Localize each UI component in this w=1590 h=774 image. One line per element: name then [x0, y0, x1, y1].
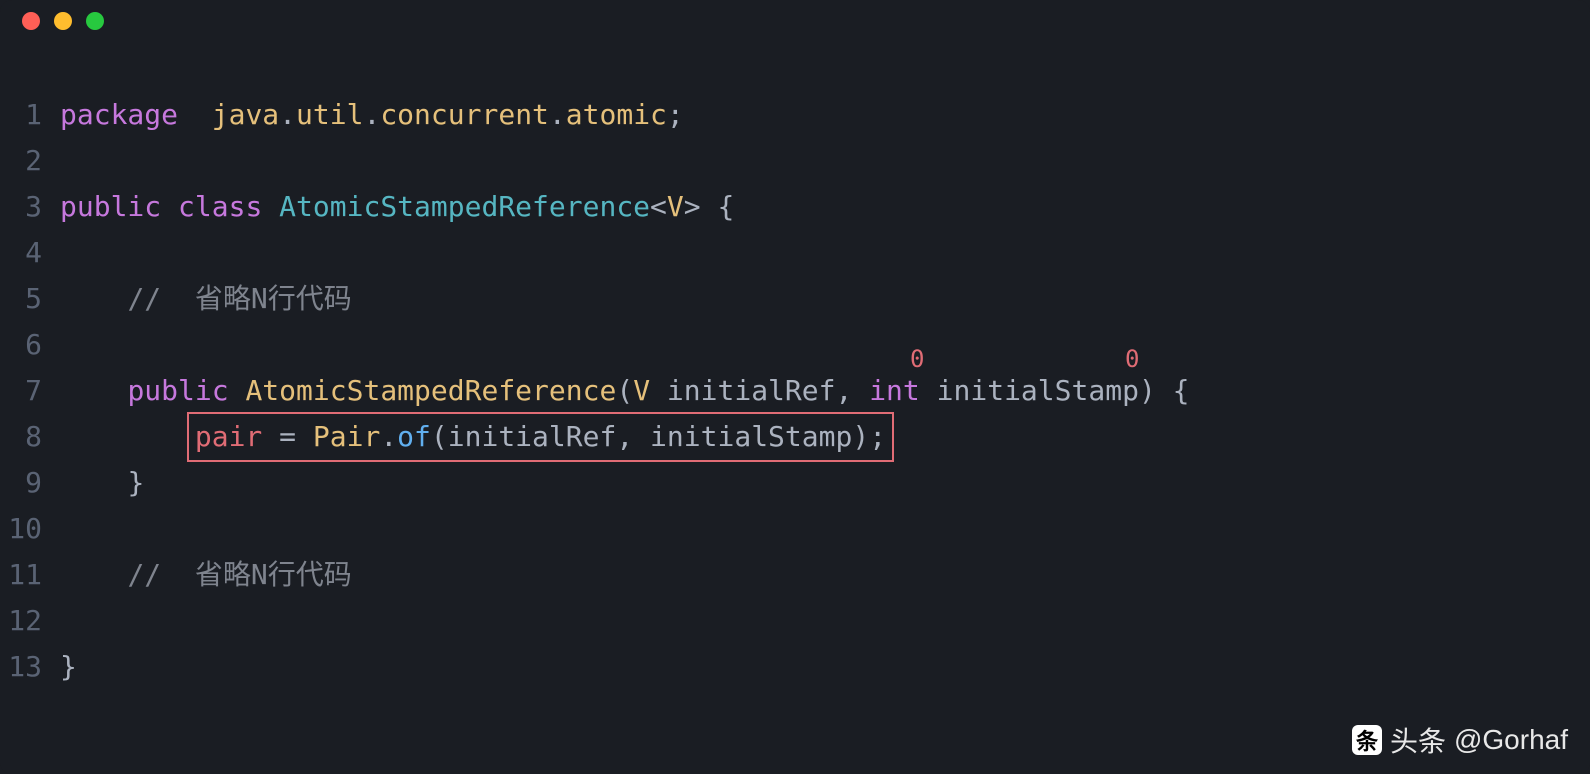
line-number: 5 [0, 276, 60, 322]
line-number: 6 [0, 322, 60, 368]
line-number: 1 [0, 92, 60, 138]
annotation-zero: 0 [1125, 336, 1139, 382]
code-line: 1package java.util.concurrent.atomic; [0, 92, 1590, 138]
code-line: 7 public AtomicStampedReference(V initia… [0, 368, 1590, 414]
code-content: } [60, 460, 144, 506]
code-line: 8 pair = Pair.of(initialRef, initialStam… [0, 414, 1590, 460]
code-content: public AtomicStampedReference(V initialR… [60, 368, 1190, 414]
code-line: 10 [0, 506, 1590, 552]
code-content: // 省略N行代码 [60, 552, 352, 598]
code-line: 13} [0, 644, 1590, 690]
code-editor[interactable]: 1package java.util.concurrent.atomic;23p… [0, 42, 1590, 690]
code-window: 1package java.util.concurrent.atomic;23p… [0, 0, 1590, 774]
line-number: 3 [0, 184, 60, 230]
annotation-zero: 0 [910, 336, 924, 382]
code-line: 4 [0, 230, 1590, 276]
code-line: 5 // 省略N行代码 [0, 276, 1590, 322]
code-line: 9 } [0, 460, 1590, 506]
code-line: 11 // 省略N行代码 [0, 552, 1590, 598]
line-number: 4 [0, 230, 60, 276]
watermark-prefix: 头条 [1390, 720, 1446, 760]
line-number: 9 [0, 460, 60, 506]
code-line: 12 [0, 598, 1590, 644]
code-line: 2 [0, 138, 1590, 184]
watermark: 条 头条 @Gorhaf [1352, 720, 1568, 760]
minimize-icon[interactable] [54, 12, 72, 30]
code-content: public class AtomicStampedReference<V> { [60, 184, 734, 230]
code-content: // 省略N行代码 [60, 276, 352, 322]
line-number: 8 [0, 414, 60, 460]
code-content: pair = Pair.of(initialRef, initialStamp)… [60, 414, 886, 460]
line-number: 2 [0, 138, 60, 184]
close-icon[interactable] [22, 12, 40, 30]
line-number: 12 [0, 598, 60, 644]
line-number: 7 [0, 368, 60, 414]
titlebar [0, 0, 1590, 42]
code-line: 6 [0, 322, 1590, 368]
line-number: 11 [0, 552, 60, 598]
line-number: 13 [0, 644, 60, 690]
line-number: 10 [0, 506, 60, 552]
code-line: 3public class AtomicStampedReference<V> … [0, 184, 1590, 230]
maximize-icon[interactable] [86, 12, 104, 30]
code-content: package java.util.concurrent.atomic; [60, 92, 684, 138]
watermark-icon: 条 [1352, 725, 1382, 755]
code-content: } [60, 644, 77, 690]
watermark-handle: @Gorhaf [1454, 724, 1568, 756]
